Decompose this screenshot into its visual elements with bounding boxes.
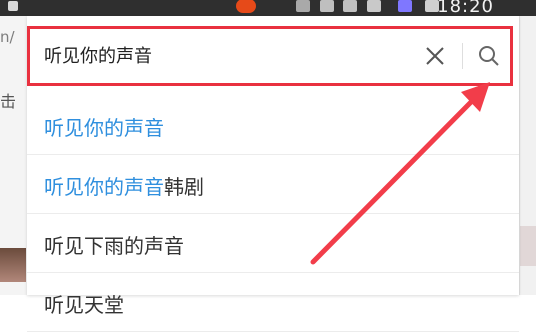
suggestion-rest: 听见下雨的声音	[44, 234, 184, 258]
background-app-left: n/ 击	[0, 16, 28, 295]
divider	[462, 43, 463, 69]
search-panel: 听见你的声音 听见你的声音韩剧 听见下雨的声音 听见天堂	[27, 16, 519, 332]
background-text: n/	[0, 28, 15, 46]
search-input[interactable]	[44, 37, 424, 73]
suggestion-item[interactable]: 听见你的声音韩剧	[27, 155, 519, 214]
search-button[interactable]	[474, 41, 504, 71]
clear-button[interactable]	[420, 41, 450, 71]
status-icon	[320, 0, 334, 12]
suggestion-rest: 听见天堂	[44, 293, 124, 317]
suggestion-rest: 韩剧	[164, 175, 204, 199]
suggestion-list: 听见你的声音 听见你的声音韩剧 听见下雨的声音 听见天堂	[27, 96, 519, 332]
suggestion-match: 听见你的声音	[44, 175, 164, 199]
suggestion-text: 听见下雨的声音	[44, 230, 184, 259]
notification-icon	[8, 1, 18, 11]
search-box	[27, 26, 513, 86]
suggestion-text: 听见你的声音	[44, 112, 164, 141]
status-icon	[398, 0, 412, 12]
suggestion-item[interactable]: 听见下雨的声音	[27, 214, 519, 273]
status-icon	[367, 0, 381, 12]
background-app-right	[519, 16, 536, 295]
status-clock: 18:20	[437, 0, 494, 17]
background-text: 击	[0, 92, 17, 111]
suggestion-text: 听见你的声音韩剧	[44, 171, 204, 200]
background-thumbnail	[520, 226, 536, 266]
close-icon	[426, 47, 444, 65]
status-icon	[296, 0, 310, 12]
search-icon	[479, 46, 499, 66]
weibo-icon	[236, 0, 256, 13]
status-bar: 18:20	[0, 0, 536, 17]
suggestion-item[interactable]: 听见你的声音	[27, 96, 519, 155]
suggestion-text: 听见天堂	[44, 289, 124, 318]
suggestion-item[interactable]: 听见天堂	[27, 273, 519, 332]
background-thumbnail	[0, 248, 26, 282]
status-icon	[343, 0, 357, 12]
suggestion-match: 听见你的声音	[44, 116, 164, 140]
